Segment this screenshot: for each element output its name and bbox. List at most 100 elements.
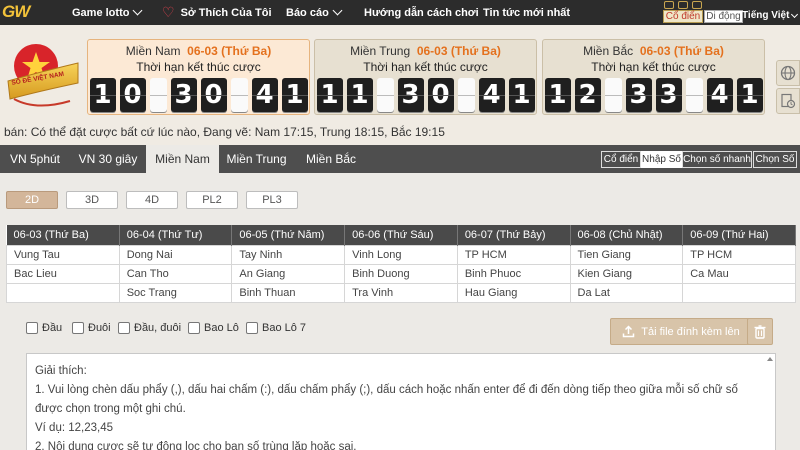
globe-button[interactable] — [776, 60, 800, 86]
countdown-mien-bac[interactable]: Miền Bắc 06-03 (Thứ Ba) Thời hạn kết thú… — [542, 39, 765, 115]
table-cell: Tay Ninh — [231, 244, 346, 265]
option-label: Đuôi — [88, 322, 111, 334]
countdown-digit: 0 — [427, 78, 454, 112]
bet-numbers-textarea[interactable]: Giải thích: 1. Vui lòng chèn dấu phẩy (,… — [26, 353, 776, 450]
countdown-digit: 1 — [316, 78, 343, 112]
countdown-title: Miền Trung 06-03 (Thứ Ba) — [315, 44, 536, 58]
logo[interactable]: GW — [2, 1, 56, 23]
tab-pl3[interactable]: PL3 — [246, 191, 298, 209]
mode-quick-pick-button[interactable]: Chọn số nhanh — [682, 151, 752, 168]
explain-line-2: 2. Nội dung cược sẽ tự động lọc cho bạn … — [35, 441, 357, 450]
draw-info-text: bán: Có thể đặt cược bất cứ lúc nào, Đan… — [4, 125, 445, 139]
mode-classic-button[interactable]: Cổ điển — [601, 151, 641, 168]
countdown-separator — [376, 78, 394, 112]
top-nav: GW Game lotto ♡ Sở Thích Của Tôi Báo cáo … — [0, 0, 800, 25]
option-dau-duoi[interactable]: Đầu, đuôi — [118, 322, 181, 334]
column-header: 06-08 (Chủ Nhật) — [570, 225, 684, 245]
delete-button[interactable] — [747, 318, 773, 345]
chevron-down-icon — [332, 5, 343, 16]
option-duoi[interactable]: Đuôi — [72, 322, 111, 334]
table-cell: TP HCM — [456, 244, 571, 265]
view-classic-button[interactable]: Cổ điển — [663, 10, 703, 23]
history-button[interactable] — [776, 88, 800, 114]
tab-mien-trung[interactable]: Miền Trung — [219, 145, 294, 173]
tab-mien-bac[interactable]: Miền Bắc — [294, 145, 368, 173]
mail-icon[interactable] — [692, 1, 702, 9]
checkbox[interactable] — [188, 322, 200, 334]
table-cell: Vung Tau — [6, 244, 120, 265]
language-select[interactable]: Tiếng Việt — [742, 10, 799, 21]
upload-label: Tải file đính kèm lên — [641, 325, 740, 338]
countdown-mien-trung[interactable]: Miền Trung 06-03 (Thứ Ba) Thời hạn kết t… — [314, 39, 537, 115]
option-bao-lo[interactable]: Bao Lô — [188, 322, 239, 334]
table-row: Soc Trang Binh Thuan Tra Vinh Hau Giang … — [6, 282, 796, 303]
tab-pl2[interactable]: PL2 — [186, 191, 238, 209]
tab-4d[interactable]: 4D — [126, 191, 178, 209]
countdown-separator — [604, 78, 622, 112]
upload-icon — [623, 325, 635, 338]
nav-game-lotto[interactable]: Game lotto — [72, 0, 143, 25]
tab-2d[interactable]: 2D — [6, 191, 58, 209]
nav-news[interactable]: Tin tức mới nhất — [483, 0, 570, 25]
countdown-digit: 1 — [346, 78, 373, 112]
nav-guide[interactable]: Hướng dẫn cách chơi — [364, 0, 479, 25]
countdown-mien-nam[interactable]: Miền Nam 06-03 (Thứ Ba) Thời hạn kết thú… — [87, 39, 310, 115]
view-mobile-button[interactable]: Di động — [704, 10, 743, 23]
nav-reports[interactable]: Báo cáo — [286, 0, 343, 25]
countdown-digit: 1 — [544, 78, 571, 112]
mode-pick-number-button[interactable]: Chọn Số — [753, 151, 797, 168]
countdown-digits: 1 1 3 0 4 1 — [315, 78, 536, 112]
bet-options: Đầu Đuôi Đầu, đuôi Bao Lô Bao Lô 7 Tải f… — [12, 312, 782, 352]
table-cell: TP HCM — [682, 244, 796, 265]
nav-favorites[interactable]: ♡ Sở Thích Của Tôi — [162, 0, 272, 25]
checkbox[interactable] — [72, 322, 84, 334]
tab-mien-nam[interactable]: Miền Nam — [146, 145, 219, 173]
tab-vn-30-giay[interactable]: VN 30 giây — [70, 145, 146, 173]
tab-vn-5phut[interactable]: VN 5phút — [0, 145, 70, 173]
checkbox[interactable] — [118, 322, 130, 334]
column-header: 06-04 (Thứ Tư) — [119, 225, 233, 245]
checkbox[interactable] — [246, 322, 258, 334]
option-bao-lo-7[interactable]: Bao Lô 7 — [246, 322, 306, 334]
heart-icon: ♡ — [162, 4, 175, 20]
document-clock-icon — [781, 93, 796, 109]
column-header: 06-09 (Thứ Hai) — [682, 225, 796, 245]
countdown-separator — [457, 78, 475, 112]
column-header: 06-06 (Thứ Sáu) — [344, 225, 458, 245]
countdown-digit: 4 — [478, 78, 505, 112]
table-row: Bac Lieu Can Tho An Giang Binh Duong Bin… — [6, 263, 796, 284]
trash-icon — [754, 324, 766, 339]
countdown-digit: 1 — [736, 78, 763, 112]
table-cell: Binh Phuoc — [456, 263, 571, 284]
region-tabs: VN 5phút VN 30 giây Miền Nam Miền Trung … — [0, 145, 800, 173]
countdown-digit: 0 — [200, 78, 227, 112]
table-cell: An Giang — [231, 263, 346, 284]
table-header-row: 06-03 (Thứ Ba) 06-04 (Thứ Tư) 06-05 (Thứ… — [6, 225, 796, 245]
countdown-digit: 1 — [89, 78, 116, 112]
tab-3d[interactable]: 3D — [66, 191, 118, 209]
wallet-icon[interactable] — [664, 1, 674, 9]
countdown-digit: 1 — [281, 78, 308, 112]
countdown-region: Miền Nam — [125, 44, 181, 58]
option-dau[interactable]: Đầu — [26, 322, 62, 334]
countdown-subtitle: Thời hạn kết thúc cược — [363, 60, 488, 74]
table-cell: Tien Giang — [569, 244, 684, 265]
scroll-up-arrow[interactable] — [767, 357, 773, 361]
countdown-digit: 3 — [170, 78, 197, 112]
mode-enter-number-button[interactable]: Nhập Số — [641, 151, 682, 168]
option-label: Đầu — [42, 322, 63, 334]
column-header: 06-03 (Thứ Ba) — [6, 225, 120, 245]
chevron-down-icon — [791, 10, 799, 18]
table-cell: Tra Vinh — [344, 282, 458, 303]
countdown-separator — [685, 78, 703, 112]
globe-icon — [780, 65, 796, 81]
countdown-digit: 1 — [508, 78, 535, 112]
chevron-down-icon — [133, 5, 143, 16]
table-cell: Binh Duong — [344, 263, 458, 284]
countdown-region: Miền Trung — [350, 44, 411, 58]
table-cell: Hau Giang — [456, 282, 571, 303]
user-icon[interactable] — [678, 1, 688, 9]
table-cell: Bac Lieu — [6, 263, 120, 284]
checkbox[interactable] — [26, 322, 38, 334]
upload-file-button[interactable]: Tải file đính kèm lên — [610, 318, 752, 345]
